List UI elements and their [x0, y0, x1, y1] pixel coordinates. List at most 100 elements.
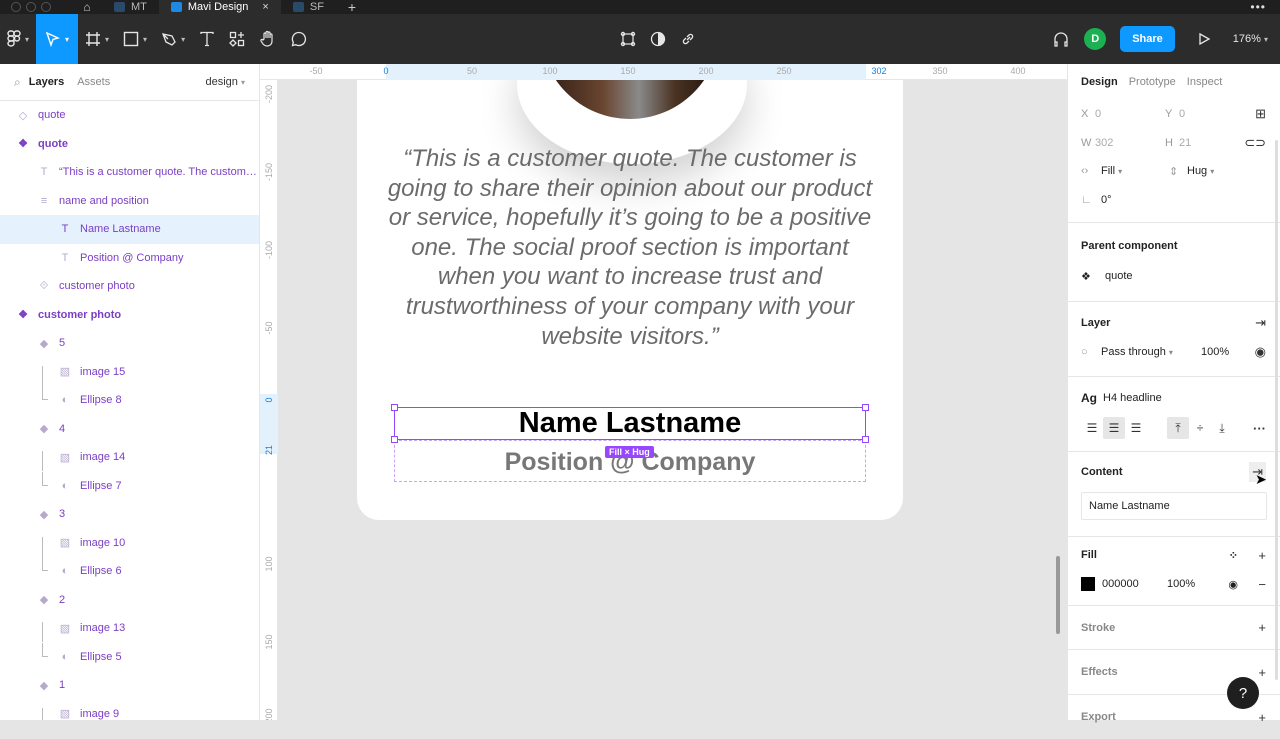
remove-fill-icon[interactable]: − — [1258, 577, 1266, 592]
align-center-icon[interactable]: ☰ — [1103, 417, 1125, 439]
maximize-window-button[interactable] — [41, 2, 51, 12]
help-button[interactable]: ? — [1227, 677, 1259, 709]
layer-item[interactable]: ▧ image 15 — [0, 358, 259, 387]
tab-sf[interactable]: SF — [281, 0, 336, 14]
headphones-icon[interactable] — [1052, 30, 1070, 48]
add-fill-icon[interactable]: + — [1258, 548, 1266, 563]
ruler-tick-label: 21 — [264, 444, 274, 456]
close-window-button[interactable] — [11, 2, 21, 12]
blend-mode-dropdown[interactable]: Pass through ▾ — [1101, 346, 1201, 358]
quote-text[interactable]: “This is a customer quote. The customer … — [387, 144, 873, 351]
layer-item[interactable]: ◐ Ellipse 5 — [0, 642, 259, 672]
tab-inspect[interactable]: Inspect — [1187, 76, 1222, 88]
layer-item[interactable]: ⟐ customer photo — [0, 272, 259, 301]
fill-hex-field[interactable]: 000000 — [1102, 578, 1167, 590]
layer-item[interactable]: T “This is a customer quote. The custome.… — [0, 158, 259, 187]
align-right-icon[interactable]: ☰ — [1125, 417, 1147, 439]
tab-design[interactable]: Design — [1081, 76, 1118, 88]
layer-item[interactable]: T Position @ Company — [0, 244, 259, 273]
styles-icon[interactable]: ⁘ — [1229, 549, 1238, 562]
tab-layers[interactable]: Layers — [29, 76, 64, 88]
add-stroke-icon[interactable]: + — [1258, 620, 1266, 635]
align-top-icon[interactable]: ⤒ — [1167, 417, 1189, 439]
resources-tool[interactable] — [222, 14, 252, 64]
layer-item[interactable]: ▧ image 13 — [0, 614, 259, 643]
x-field[interactable]: 0 — [1095, 108, 1165, 120]
layer-item[interactable]: ◆ 3 — [0, 500, 259, 529]
fill-swatch[interactable] — [1081, 577, 1095, 591]
layer-item[interactable]: ◆ 1 — [0, 671, 259, 700]
fill-opacity-field[interactable]: 100% — [1167, 578, 1195, 590]
layer-opacity-field[interactable]: 100% — [1201, 346, 1229, 358]
resize-handle-br[interactable] — [862, 436, 869, 443]
parent-component-link[interactable]: ❖ quote — [1068, 267, 1280, 285]
y-field[interactable]: 0 — [1179, 108, 1185, 120]
close-tab-icon[interactable]: × — [262, 1, 268, 13]
new-tab-button[interactable]: + — [336, 0, 368, 15]
tab-mt[interactable]: MT — [102, 0, 159, 14]
layer-item[interactable]: ◐ Ellipse 6 — [0, 557, 259, 586]
minimize-window-button[interactable] — [26, 2, 36, 12]
avatar[interactable]: D — [1084, 28, 1107, 50]
add-effect-icon[interactable]: + — [1258, 665, 1266, 680]
align-middle-icon[interactable]: ÷ — [1189, 417, 1211, 439]
w-field[interactable]: 302 — [1095, 137, 1165, 149]
share-button[interactable]: Share — [1120, 26, 1175, 52]
layer-item[interactable]: ◆ 2 — [0, 586, 259, 615]
layer-item[interactable]: ◇ quote — [0, 101, 259, 130]
main-menu-button[interactable]: ▾ — [0, 14, 36, 64]
layer-item[interactable]: ❖ quote — [0, 130, 259, 159]
search-icon[interactable]: ⌕ — [14, 75, 21, 90]
rotation-field[interactable]: 0° — [1101, 194, 1112, 206]
horizontal-resizing-dropdown[interactable]: Fill ▾ — [1101, 165, 1169, 177]
text-tool[interactable] — [192, 14, 222, 64]
resize-handle-bl[interactable] — [391, 436, 398, 443]
tab-mavi-design[interactable]: Mavi Design × — [158, 0, 281, 14]
layer-item[interactable]: ❖ customer photo — [0, 301, 259, 330]
layer-item[interactable]: ▧ image 14 — [0, 443, 259, 472]
edit-component-icon[interactable] — [620, 31, 636, 47]
canvas-scrollbar[interactable] — [1056, 556, 1060, 634]
comment-tool[interactable] — [284, 14, 314, 64]
zoom-level-dropdown[interactable]: 176% ▾ — [1233, 33, 1268, 45]
layer-item[interactable]: ◆ 4 — [0, 415, 259, 444]
align-left-icon[interactable]: ☰ — [1081, 417, 1103, 439]
more-options-icon[interactable]: ··· — [1253, 421, 1266, 436]
layer-item[interactable]: ◆ 5 — [0, 329, 259, 358]
tab-assets[interactable]: Assets — [77, 76, 110, 88]
link-icon[interactable] — [680, 31, 696, 47]
shape-tool[interactable]: ▾ — [116, 14, 154, 64]
eye-icon[interactable]: ◉ — [1255, 344, 1266, 360]
play-icon[interactable] — [1197, 32, 1211, 46]
layer-item[interactable]: T Name Lastname — [0, 215, 259, 244]
apply-variable-icon[interactable]: ⇥ — [1255, 315, 1266, 331]
layer-item[interactable]: ◐ Ellipse 7 — [0, 471, 259, 501]
layer-item[interactable]: ◐ Ellipse 8 — [0, 386, 259, 415]
resize-handle-tr[interactable] — [862, 404, 869, 411]
align-bottom-icon[interactable]: ⤓ — [1211, 417, 1233, 439]
layer-item[interactable]: ≡ name and position — [0, 187, 259, 216]
text-style-name[interactable]: H4 headline — [1103, 392, 1162, 404]
home-icon[interactable]: ⌂ — [72, 0, 102, 14]
add-export-icon[interactable]: + — [1258, 710, 1266, 725]
quote-card[interactable]: “This is a customer quote. The customer … — [357, 64, 903, 520]
layer-item[interactable]: ▧ image 10 — [0, 529, 259, 558]
content-input[interactable]: Name Lastname — [1081, 492, 1267, 520]
panel-scrollbar[interactable] — [1275, 140, 1278, 680]
contrast-icon[interactable] — [650, 31, 666, 47]
hand-tool[interactable] — [252, 14, 284, 64]
absolute-position-icon[interactable]: ⊞ — [1255, 106, 1266, 122]
more-icon[interactable]: ••• — [1250, 0, 1266, 14]
resize-handle-tl[interactable] — [391, 404, 398, 411]
h-field[interactable]: 21 — [1179, 137, 1191, 149]
page-selector[interactable]: design ▾ — [206, 76, 246, 88]
frame-tool[interactable]: ▾ — [78, 14, 116, 64]
tab-prototype[interactable]: Prototype — [1129, 76, 1176, 88]
pen-tool[interactable]: ▾ — [154, 14, 192, 64]
eye-icon[interactable]: ◉ — [1228, 578, 1238, 591]
move-tool[interactable]: ▾ — [36, 14, 79, 64]
constrain-proportions-icon[interactable]: ⊂⊃ — [1244, 135, 1266, 151]
vertical-resizing-dropdown[interactable]: Hug ▾ — [1187, 165, 1214, 177]
canvas[interactable]: “This is a customer quote. The customer … — [260, 64, 1067, 720]
layer-item[interactable]: ▧ image 9 — [0, 700, 259, 720]
